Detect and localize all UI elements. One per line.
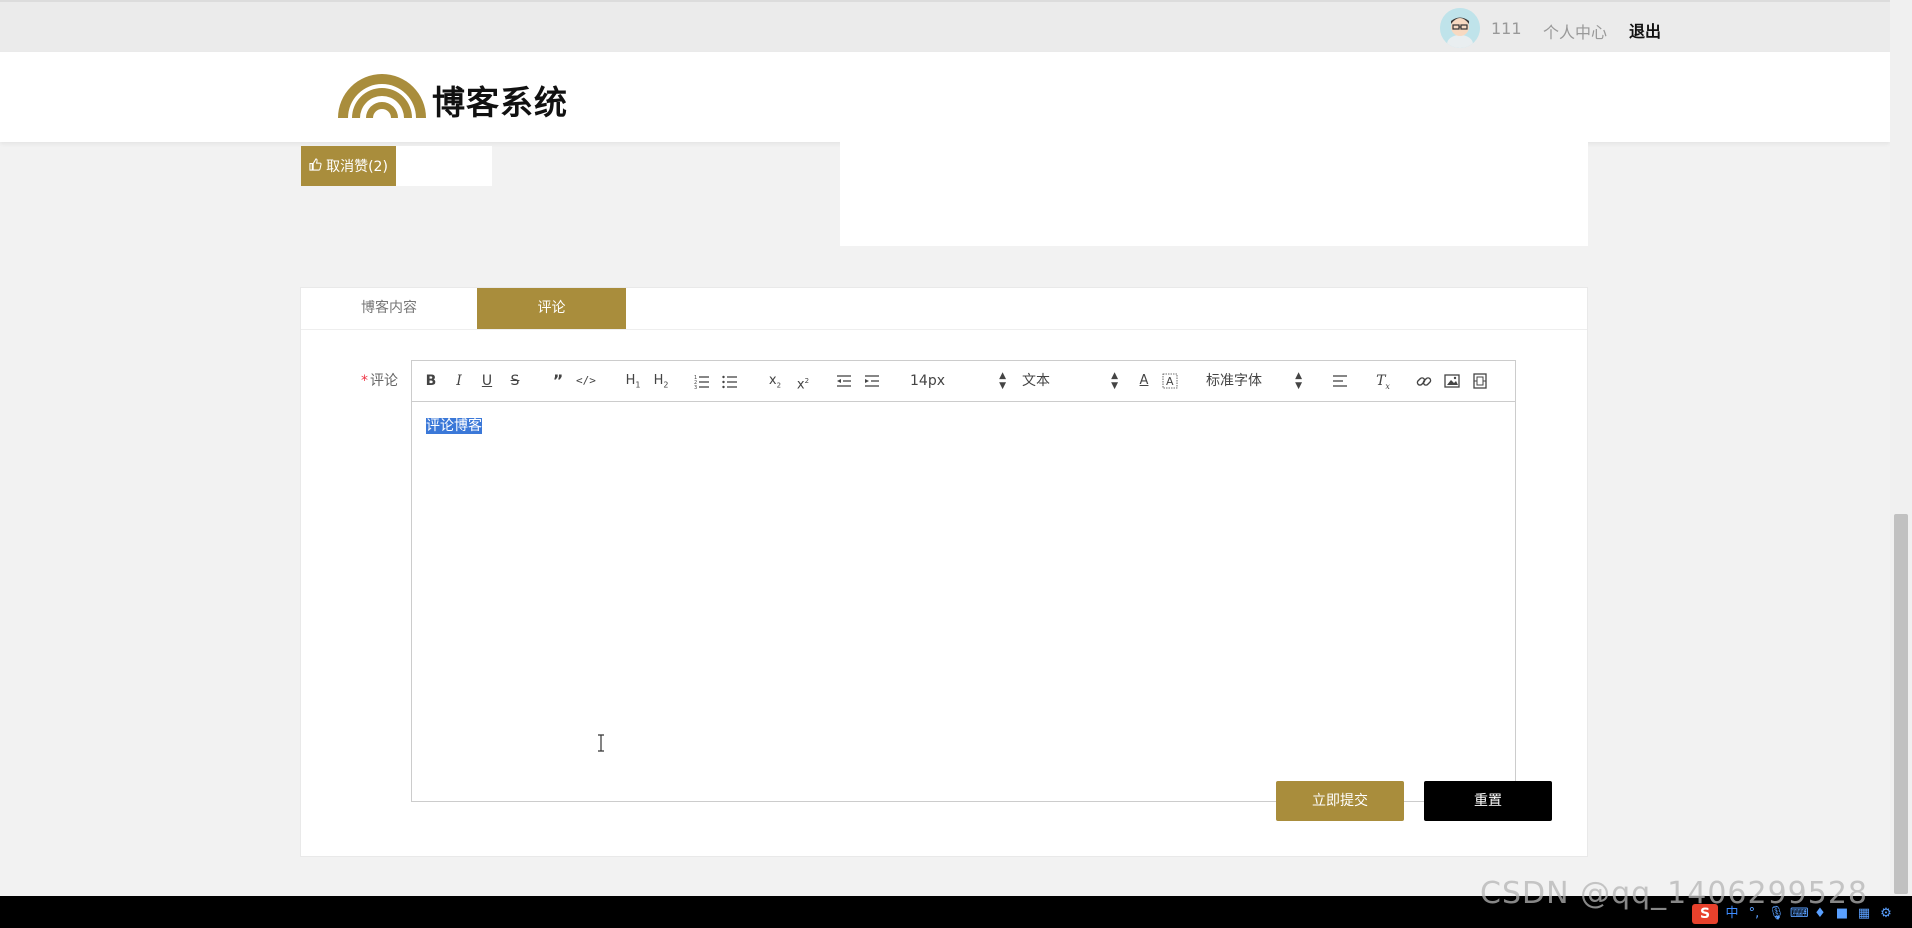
ime-chinese-mode[interactable]: 中: [1724, 906, 1740, 922]
italic-icon[interactable]: I: [452, 371, 466, 391]
editor-selected-text: 评论博客: [426, 418, 482, 434]
grid-menu-icon[interactable]: ▦: [1856, 906, 1872, 922]
system-tray: S 中 °, 🎙 ⌨ ♦ ■ ▦ ⚙: [1692, 904, 1894, 924]
comment-field-label: * 评论: [361, 370, 398, 390]
reset-button[interactable]: 重置: [1424, 781, 1552, 821]
side-panel: [840, 142, 1588, 246]
toolbox-icon[interactable]: ■: [1834, 906, 1850, 922]
subscript-icon[interactable]: x2: [766, 371, 784, 391]
editor-toolbar: B I U S ” </> H1 H2 123 x2 x2 14px ▲ ▼ 文…: [412, 361, 1515, 402]
page-scrollbar[interactable]: [1890, 0, 1912, 896]
bold-icon[interactable]: B: [424, 371, 438, 391]
site-logo-icon[interactable]: [334, 68, 430, 124]
text-cursor-icon: [596, 734, 606, 752]
underline-icon[interactable]: U: [480, 371, 494, 391]
code-block-icon[interactable]: </>: [576, 371, 596, 391]
unlike-button[interactable]: 取消赞(2): [301, 146, 396, 186]
submit-button[interactable]: 立即提交: [1276, 781, 1404, 821]
updown-arrow-icon: ▲ ▼: [1295, 371, 1302, 391]
outdent-icon[interactable]: [836, 371, 854, 391]
like-area-blank: [396, 146, 492, 186]
link-icon[interactable]: [1416, 371, 1434, 391]
logout-link[interactable]: 退出: [1629, 18, 1661, 42]
background-color-icon[interactable]: A: [1162, 371, 1180, 391]
font-size-value: 14px: [910, 373, 945, 389]
blockquote-icon[interactable]: ”: [550, 371, 566, 391]
rich-text-editor: B I U S ” </> H1 H2 123 x2 x2 14px ▲ ▼ 文…: [411, 360, 1516, 802]
font-size-select[interactable]: 14px ▲ ▼: [910, 371, 1006, 391]
video-icon[interactable]: [1472, 371, 1490, 391]
site-title[interactable]: 博客系统: [432, 76, 568, 124]
settings-gear-icon[interactable]: ⚙: [1878, 906, 1894, 922]
sogou-ime-icon[interactable]: S: [1692, 904, 1718, 924]
svg-text:3: 3: [694, 385, 697, 391]
image-icon[interactable]: [1444, 371, 1462, 391]
microphone-icon[interactable]: 🎙: [1768, 906, 1785, 922]
editor-content-area[interactable]: 评论博客: [426, 415, 482, 435]
thumbs-up-icon: [309, 157, 322, 175]
indent-icon[interactable]: [864, 371, 882, 391]
bullet-list-icon[interactable]: [722, 371, 740, 391]
strikethrough-icon[interactable]: S: [508, 371, 522, 391]
username: 111: [1491, 19, 1522, 38]
skin-icon[interactable]: ♦: [1812, 906, 1828, 922]
scrollbar-thumb[interactable]: [1894, 514, 1908, 894]
comment-label-text: 评论: [370, 373, 398, 389]
site-header: 博客系统: [0, 52, 1890, 142]
updown-arrow-icon: ▲ ▼: [999, 371, 1006, 391]
block-type-value: 文本: [1022, 373, 1050, 389]
tab-bar: 博客内容 评论: [301, 288, 1587, 330]
font-color-icon[interactable]: A: [1136, 371, 1152, 391]
user-avatar[interactable]: [1440, 8, 1480, 48]
heading2-icon[interactable]: H2: [650, 371, 672, 391]
unlike-button-label: 取消赞(2): [326, 159, 388, 175]
keyboard-icon[interactable]: ⌨: [1790, 906, 1809, 922]
superscript-icon[interactable]: x2: [794, 371, 812, 392]
ordered-list-icon[interactable]: 123: [694, 371, 712, 391]
block-type-select[interactable]: 文本 ▲ ▼: [1022, 371, 1118, 391]
font-family-select[interactable]: 标准字体 ▲ ▼: [1206, 371, 1302, 391]
punctuation-icon[interactable]: °,: [1746, 906, 1762, 922]
align-left-icon[interactable]: [1332, 371, 1350, 391]
updown-arrow-icon: ▲ ▼: [1111, 371, 1118, 391]
required-mark: *: [361, 373, 368, 389]
font-family-value: 标准字体: [1206, 373, 1262, 389]
svg-text:A: A: [1166, 375, 1174, 388]
content-card: 博客内容 评论 * 评论 B I U S ” </> H1 H2 123 x2 x…: [300, 287, 1588, 857]
clear-format-icon[interactable]: Tx: [1374, 371, 1392, 391]
tab-comment[interactable]: 评论: [477, 288, 626, 329]
personal-center-link[interactable]: 个人中心: [1543, 19, 1607, 43]
tab-blog-content[interactable]: 博客内容: [301, 288, 477, 329]
top-bar: 111 个人中心 退出: [0, 0, 1890, 52]
heading1-icon[interactable]: H1: [622, 371, 644, 391]
